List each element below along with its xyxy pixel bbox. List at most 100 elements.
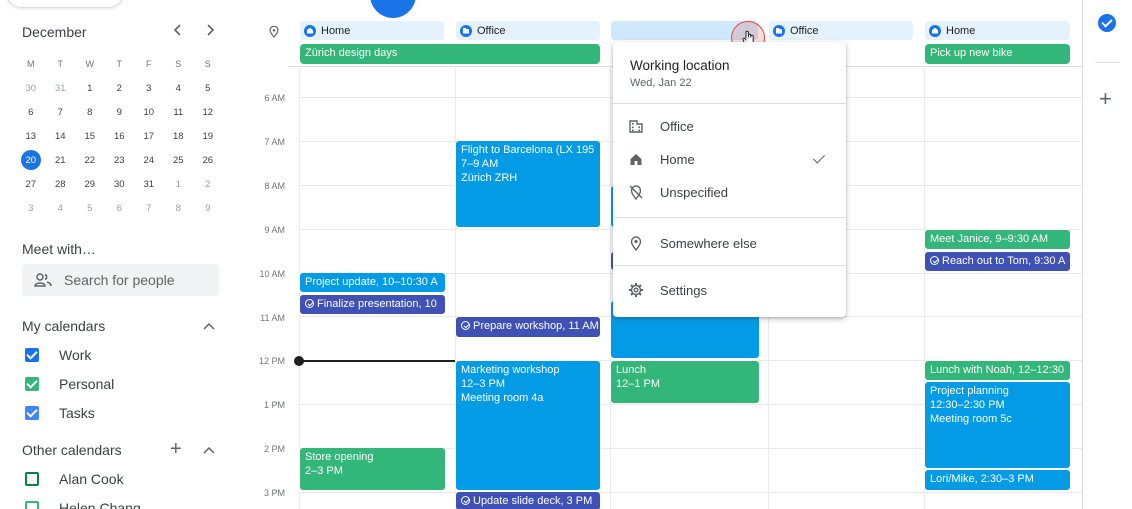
mini-calendar-day[interactable]: 9 — [193, 203, 223, 214]
menu-item-label: Unspecified — [660, 184, 728, 200]
chevron-left-icon[interactable] — [172, 23, 184, 37]
task-event[interactable]: Prepare workshop, 11 AM — [455, 316, 601, 338]
event-title: Finalize presentation, 10 — [317, 298, 437, 310]
event-time: 12:30–2:30 PM — [930, 399, 1005, 411]
calendar-event[interactable]: Flight to Barcelona (LX 195 7–9 AM Züric… — [455, 140, 601, 228]
add-calendar-plus-icon[interactable]: + — [170, 439, 182, 459]
other-calendars-title[interactable]: Other calendars — [22, 442, 122, 458]
mini-calendar-day[interactable]: 15 — [75, 131, 105, 142]
mini-calendar-day[interactable]: 26 — [193, 155, 223, 166]
mini-calendar-day[interactable]: 3 — [134, 83, 164, 94]
checkbox-personal[interactable] — [25, 377, 39, 391]
mini-calendar-day[interactable]: 30 — [16, 83, 46, 94]
chevron-up-icon[interactable] — [203, 445, 215, 457]
mini-calendar-day[interactable]: 31 — [46, 83, 76, 94]
mini-calendar-day[interactable]: 21 — [46, 155, 76, 166]
calendar-item-work[interactable]: Work — [25, 346, 91, 364]
mini-calendar-day[interactable]: 13 — [16, 131, 46, 142]
mini-calendar-day[interactable]: 1 — [164, 179, 194, 190]
all-day-event[interactable]: Pick up new bike — [925, 44, 1070, 64]
working-location-chip-home[interactable]: Home — [925, 21, 1070, 40]
tasks-icon[interactable] — [1098, 14, 1116, 32]
working-location-chip-office[interactable]: Office — [769, 21, 913, 40]
checkbox-alan-cook[interactable] — [25, 472, 39, 486]
today-date-circle[interactable] — [370, 0, 416, 18]
mini-calendar-day[interactable]: 4 — [164, 83, 194, 94]
mini-calendar-day[interactable]: 8 — [164, 203, 194, 214]
checkbox-helen-chang[interactable] — [25, 501, 39, 509]
mini-calendar-day[interactable]: 2 — [105, 83, 135, 94]
mini-calendar-day[interactable]: 12 — [193, 107, 223, 118]
day-divider — [610, 66, 611, 509]
checkbox-tasks[interactable] — [25, 406, 39, 420]
calendar-event[interactable]: Project update, 10–10:30 A — [299, 272, 446, 293]
mini-calendar-day[interactable]: 29 — [75, 179, 105, 190]
task-event[interactable]: Reach out to Tom, 9:30 A — [924, 251, 1071, 272]
mini-calendar-day[interactable]: 22 — [75, 155, 105, 166]
mini-calendar-week: 3 4 5 6 7 8 9 — [16, 196, 226, 220]
calendar-event[interactable]: Meet Janice, 9–9:30 AM — [924, 229, 1071, 250]
mini-calendar-day[interactable]: 10 — [134, 107, 164, 118]
mini-calendar-day[interactable]: 19 — [193, 131, 223, 142]
calendar-event[interactable]: Project planning 12:30–2:30 PM Meeting r… — [924, 381, 1071, 469]
mini-calendar-day[interactable]: 25 — [164, 155, 194, 166]
calendar-item-helen-chang[interactable]: Helen Chang — [25, 499, 141, 509]
chevron-right-icon[interactable] — [204, 23, 216, 37]
mini-calendar-week: 27 28 29 30 31 1 2 — [16, 172, 226, 196]
mini-calendar-day[interactable]: 31 — [134, 179, 164, 190]
mini-calendar-day[interactable]: 16 — [105, 131, 135, 142]
all-day-event[interactable]: Zürich design days — [300, 44, 600, 64]
calendar-label: Tasks — [59, 405, 95, 421]
calendar-event[interactable]: Lunch with Noah, 12–12:30 — [924, 360, 1071, 381]
mini-calendar-day[interactable]: 3 — [16, 203, 46, 214]
mini-calendar-day[interactable]: 14 — [46, 131, 76, 142]
working-location-chip-office[interactable]: Office — [456, 21, 600, 40]
mini-calendar-day[interactable]: 17 — [134, 131, 164, 142]
people-search-input[interactable]: Search for people — [22, 264, 219, 296]
menu-item-settings[interactable]: Settings — [613, 274, 846, 306]
mini-calendar-day[interactable]: 11 — [164, 107, 194, 118]
mini-calendar-day[interactable]: 2 — [193, 179, 223, 190]
menu-item-label: Office — [660, 118, 694, 134]
time-label: 8 AM — [264, 181, 285, 191]
menu-item-unspecified[interactable]: Unspecified — [613, 176, 846, 208]
event-title: Update slide deck, 3 PM — [473, 495, 593, 507]
mini-calendar-day[interactable]: 7 — [134, 203, 164, 214]
calendar-event[interactable]: Store opening 2–3 PM — [299, 447, 446, 491]
mini-calendar-day[interactable]: 27 — [16, 179, 46, 190]
mini-calendar-day[interactable]: 18 — [164, 131, 194, 142]
calendar-item-tasks[interactable]: Tasks — [25, 404, 95, 422]
chevron-up-icon[interactable] — [203, 321, 215, 333]
create-button[interactable] — [5, 0, 125, 8]
mini-calendar-day[interactable]: 30 — [105, 179, 135, 190]
menu-item-home[interactable]: Home — [613, 143, 846, 175]
calendar-event[interactable]: Marketing workshop 12–3 PM Meeting room … — [455, 360, 601, 491]
mini-calendar-day[interactable]: 5 — [193, 83, 223, 94]
calendar-item-personal[interactable]: Personal — [25, 375, 114, 393]
mini-calendar-day[interactable]: 5 — [75, 203, 105, 214]
mini-calendar-day[interactable]: 9 — [105, 107, 135, 118]
mini-calendar-day[interactable]: 23 — [105, 155, 135, 166]
task-event[interactable]: Finalize presentation, 10 — [299, 294, 446, 315]
task-event[interactable]: Update slide deck, 3 PM — [455, 491, 601, 509]
calendar-event[interactable]: Lori/Mike, 2:30–3 PM — [924, 469, 1071, 491]
menu-item-somewhere-else[interactable]: Somewhere else — [613, 227, 846, 259]
mini-calendar-day[interactable]: 24 — [134, 155, 164, 166]
mini-calendar-day[interactable]: 4 — [46, 203, 76, 214]
mini-calendar-week: 6 7 8 9 10 11 12 — [16, 100, 226, 124]
mini-calendar-day[interactable]: 1 — [75, 83, 105, 94]
my-calendars-title[interactable]: My calendars — [22, 318, 105, 334]
mini-calendar-day[interactable]: 8 — [75, 107, 105, 118]
plus-icon[interactable]: + — [1099, 88, 1112, 110]
checkbox-work[interactable] — [25, 348, 39, 362]
mini-calendar-day[interactable]: 6 — [16, 107, 46, 118]
mini-calendar-day[interactable]: 6 — [105, 203, 135, 214]
mini-calendar-header: December — [22, 24, 222, 42]
mini-calendar-day[interactable]: 7 — [46, 107, 76, 118]
calendar-item-alan-cook[interactable]: Alan Cook — [25, 470, 124, 488]
calendar-event[interactable]: Lunch 12–1 PM — [610, 360, 760, 404]
working-location-chip-home[interactable]: Home — [300, 21, 444, 40]
mini-calendar-day[interactable]: 28 — [46, 179, 76, 190]
mini-calendar-today[interactable]: 20 — [16, 150, 46, 170]
menu-item-office[interactable]: Office — [613, 110, 846, 142]
